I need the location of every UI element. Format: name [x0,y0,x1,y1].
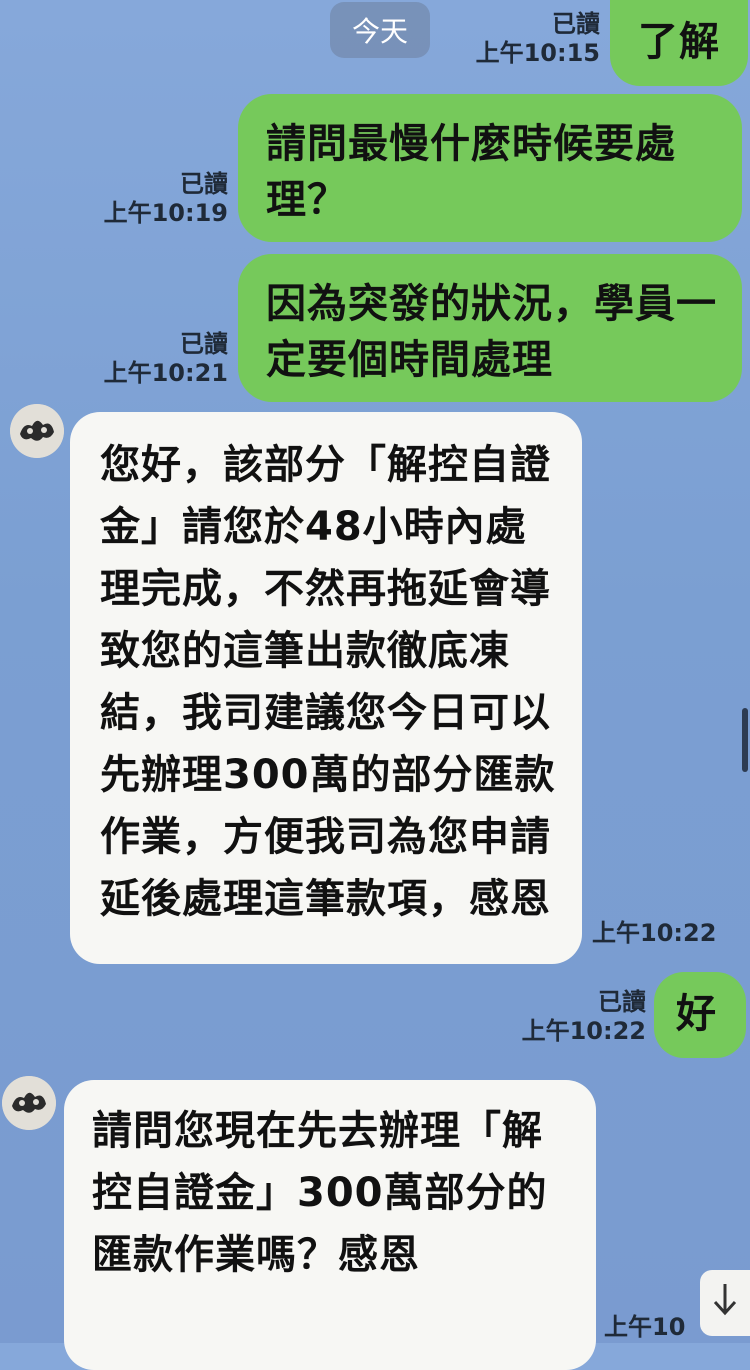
message-time: 上午10:19 [103,199,228,227]
read-receipt: 已讀 [180,170,228,198]
read-receipt: 已讀 [180,330,228,358]
arrow-down-icon [712,1281,738,1325]
message-time: 上午10:21 [103,359,228,387]
message-bubble-incoming[interactable]: 請問您現在先去辦理「解控自證金」300萬部分的匯款作業嗎？感恩 [64,1080,596,1370]
message-text: 因為突發的狀況，學員一定要個時間處理 [266,281,717,383]
message-meta: 已讀 上午10:22 [510,988,646,1046]
message-bubble-outgoing[interactable]: 請問最慢什麼時候要處理？ [238,94,742,242]
read-receipt: 已讀 [552,10,600,38]
date-separator: 今天 [330,2,430,58]
message-meta: 上午10:22 [592,918,732,948]
read-receipt: 已讀 [598,988,646,1016]
message-text: 請問您現在先去辦理「解控自證金」300萬部分的匯款作業嗎？感恩 [92,1108,548,1278]
message-meta: 已讀 上午10:21 [96,330,228,388]
chat-view: 今天 已讀 上午10:15 了解 已讀 上午10:19 請問最慢什麼時候要處理？… [0,0,750,1370]
message-time: 上午10 [604,1313,686,1341]
message-bubble-outgoing[interactable]: 了解 [610,0,748,86]
message-text: 請問最慢什麼時候要處理？ [266,121,676,223]
scroll-to-bottom-button[interactable] [700,1270,750,1336]
message-meta: 上午10 [604,1312,704,1342]
message-time: 上午10:22 [521,1017,646,1045]
scrollbar[interactable] [742,708,748,772]
message-time: 上午10:22 [592,919,717,947]
message-bubble-outgoing[interactable]: 好 [654,972,746,1058]
avatar-icon[interactable] [2,1076,56,1130]
avatar-icon[interactable] [10,404,64,458]
message-meta: 已讀 上午10:19 [96,170,228,228]
message-meta: 已讀 上午10:15 [470,10,600,68]
message-bubble-outgoing[interactable]: 因為突發的狀況，學員一定要個時間處理 [238,254,742,402]
message-text: 了解 [638,19,720,65]
message-text: 您好，該部分「解控自證金」請您於48小時內處理完成，不然再拖延會導致您的這筆出款… [100,442,556,922]
message-time: 上午10:15 [475,39,600,67]
message-bubble-incoming[interactable]: 您好，該部分「解控自證金」請您於48小時內處理完成，不然再拖延會導致您的這筆出款… [70,412,582,964]
message-text: 好 [676,991,717,1037]
